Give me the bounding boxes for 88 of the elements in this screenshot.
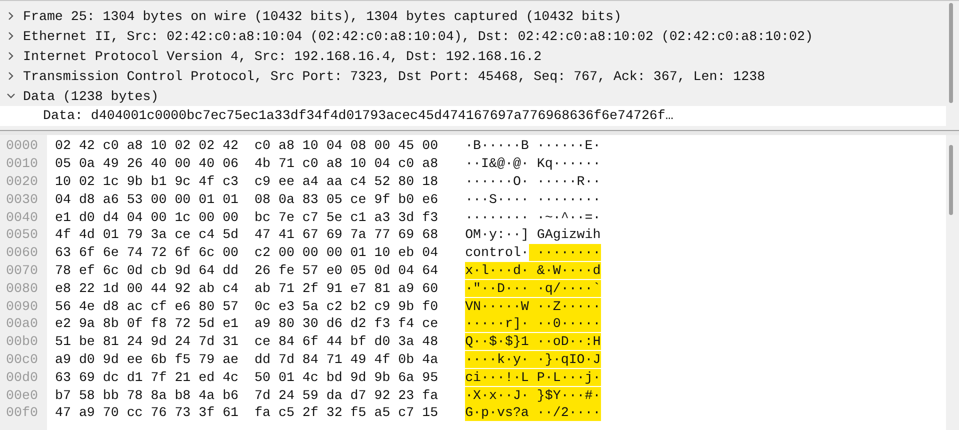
ascii-text: ········ (465, 208, 529, 226)
scrollbar-thumb[interactable] (949, 145, 953, 215)
tree-item[interactable]: Frame 25: 1304 bytes on wire (10432 bits), 1304 bytes captured (10432 bits) (0, 6, 946, 26)
hex-bytes: 51 be 81 24 9d 24 7d 31 (55, 334, 239, 350)
hex-bytes: 78 ef 6c 0d cb 9d 64 dd (55, 262, 239, 278)
offset-label: 0070 (5, 262, 39, 278)
offset-label: 0000 (5, 138, 39, 154)
hex-bytes: 47 41 67 69 7a 77 69 68 (254, 227, 438, 242)
offset-label: 00e0 (5, 388, 39, 403)
ascii-text: ·····r]· (465, 315, 529, 332)
scrollbar-thumb[interactable] (949, 3, 953, 103)
ascii-text: ·q/····` (528, 280, 601, 297)
ascii-text: Kq······ (536, 155, 601, 172)
hex-bytes: c2 00 00 00 01 10 eb 04 (254, 245, 438, 260)
hex-bytes: 63 69 dc d1 7f 21 ed 4c (55, 370, 239, 385)
ascii-text: ·X·x··J· (465, 386, 529, 404)
ascii-text: G·p·vs?a (465, 404, 529, 422)
ascii-text: ········ (528, 244, 601, 262)
hex-bytes: 7d 24 59 da d7 92 23 fa (254, 388, 438, 403)
ascii-text: Q··$·$}1 (465, 333, 529, 350)
hex-bytes: dd 7d 84 71 49 4f 0b 4a (254, 352, 438, 367)
ascii-text: ··oD··:H (528, 333, 601, 350)
ascii-text: ··/2···· (528, 404, 601, 422)
ascii-text: &·W····d (528, 262, 601, 279)
ascii-text: ··Z····· (528, 298, 601, 315)
hex-bytes: c0 a8 10 04 08 00 45 00 (254, 138, 438, 154)
hex-bytes: fa c5 2f 32 f5 a5 c7 15 (254, 405, 438, 420)
ascii-text: ·~·^··=· (536, 208, 601, 226)
hex-bytes: ce 84 6f 44 bf d0 3a 48 (254, 334, 438, 350)
hex-bytes: 56 4e d8 ac cf e6 80 57 (55, 298, 239, 314)
hex-bytes: b7 58 bb 78 8a b8 4a b6 (55, 388, 239, 403)
offset-label: 0020 (5, 174, 39, 189)
hex-bytes: e8 22 1d 00 44 92 ab c4 (55, 280, 239, 296)
tree-item[interactable]: Data: d404001c0000bc7ec75ec1a33df34f4d01793acec45d474167697a776968636f6e74726f… (0, 106, 946, 126)
hex-bytes: 26 fe 57 e0 05 0d 04 64 (254, 262, 438, 278)
ascii-text: ··0····· (528, 315, 601, 332)
tree-item[interactable]: Ethernet II, Src: 02:42:c0:a8:10:04 (02:42:c0:a8:10:04), Dst: 02:42:c0:a8:10:02 (02:42:c0:a8:10:02) (0, 26, 946, 46)
offset-label: 00a0 (5, 316, 39, 332)
hex-bytes: 63 6f 6e 74 72 6f 6c 00 (55, 245, 239, 260)
ascii-text: ······O· (465, 172, 529, 190)
ascii-text: VN·····W (465, 298, 529, 315)
hex-bytes: c9 ee a4 aa c4 52 80 18 (254, 174, 438, 189)
ascii-text: x·l···d· (465, 262, 529, 279)
tree-item[interactable]: Transmission Control Protocol, Src Port: 7323, Dst Port: 45468, Seq: 767, Ack: 367, Len: 1238 (0, 66, 946, 86)
ascii-text: ·}·qIO·J (528, 350, 601, 368)
offset-label: 00d0 (5, 370, 39, 385)
hex-bytes: 4b 71 c0 a8 10 04 c0 a8 (254, 156, 438, 172)
ascii-text: }$Y···#· (528, 386, 601, 404)
hex-bytes: a9 d0 9d ee 6b f5 79 ae (55, 352, 239, 367)
tree-item[interactable]: Internet Protocol Version 4, Src: 192.168.16.4, Dst: 192.168.16.2 (0, 46, 946, 66)
hex-bytes: e1 d0 d4 04 00 1c 00 00 (55, 210, 239, 225)
hex-bytes: 10 02 1c 9b b1 9c 4f c3 (55, 174, 239, 189)
hex-bytes: e2 9a 8b 0f f8 72 5d e1 (55, 316, 239, 332)
offset-label: 0050 (5, 227, 39, 242)
hex-bytes: ab 71 2f 91 e7 81 a9 60 (254, 280, 438, 296)
ascii-text: OM·y:··] (465, 226, 529, 244)
tree-item[interactable]: Data (1238 bytes) (0, 86, 946, 106)
ascii-text: GAgizwih (536, 226, 601, 244)
offset-label: 00c0 (5, 352, 39, 367)
hex-bytes: 02 42 c0 a8 10 02 02 42 (55, 138, 239, 154)
hex-bytes: 47 a9 70 cc 76 73 3f 61 (55, 405, 239, 420)
hex-bytes: 0c e3 5a c2 b2 c9 9b f0 (254, 298, 438, 314)
hex-bytes: 05 0a 49 26 40 00 40 06 (55, 156, 239, 172)
hex-bytes: 50 01 4c bd 9d 9b 6a 95 (254, 370, 438, 385)
ascii-text: ·····R·· (536, 172, 601, 190)
ascii-text: ci···!·L (465, 368, 529, 386)
hex-bytes: a9 80 30 d6 d2 f3 f4 ce (254, 316, 438, 332)
ascii-text: ··I&@·@· (465, 155, 529, 172)
hex-bytes: 04 d8 a6 53 00 00 01 01 (55, 192, 239, 207)
hex-bytes: bc 7e c7 5e c1 a3 3d f3 (254, 210, 438, 225)
ascii-text: ·"··D··· (465, 280, 529, 297)
ascii-text: ········ (536, 190, 601, 208)
offset-label: 0010 (5, 156, 39, 172)
ascii-text: P·L···j· (528, 368, 601, 386)
offset-label: 00f0 (5, 405, 39, 420)
ascii-text: ······E· (536, 137, 601, 154)
ascii-text: ····k·y· (465, 350, 529, 368)
offset-label: 00b0 (5, 334, 39, 350)
offset-label: 0060 (5, 245, 39, 260)
ascii-text: ···S···· (465, 190, 529, 208)
offset-label: 0040 (5, 210, 39, 225)
offset-label: 0090 (5, 298, 39, 314)
ascii-text: ·B·····B (465, 137, 529, 154)
offset-label: 0030 (5, 192, 39, 207)
hex-bytes: 4f 4d 01 79 3a ce c4 5d (55, 227, 239, 242)
hex-bytes: 08 0a 83 05 ce 9f b0 e6 (254, 192, 438, 207)
offset-label: 0080 (5, 280, 39, 296)
ascii-text: control· (465, 244, 529, 262)
